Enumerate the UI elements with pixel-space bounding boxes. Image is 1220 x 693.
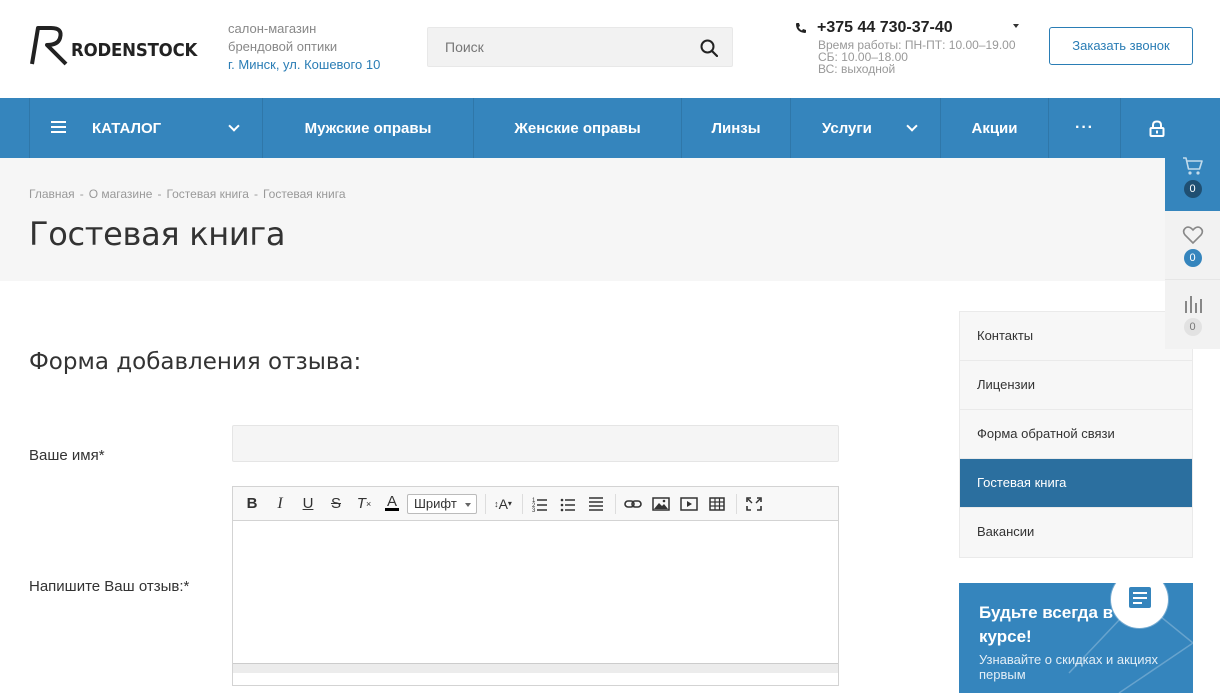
review-editor: B I U S T × A Шрифт ↕ A ▾ 1 2 3: [232, 486, 839, 686]
fullscreen-icon[interactable]: [741, 492, 767, 516]
nav-men-label: Мужские оправы: [304, 119, 432, 137]
name-label: Ваше имя*: [29, 447, 105, 464]
table-icon[interactable]: [704, 492, 730, 516]
side-item-vacancies[interactable]: Вакансии: [960, 508, 1192, 557]
nav-lenses[interactable]: Линзы: [682, 98, 791, 158]
editor-toolbar: B I U S T × A Шрифт ↕ A ▾ 1 2 3: [233, 487, 838, 521]
logo-text: RODENSTOCK: [71, 40, 198, 61]
nav-more[interactable]: ···: [1049, 98, 1121, 158]
name-field[interactable]: [232, 425, 839, 462]
video-icon[interactable]: [676, 492, 702, 516]
nav-services[interactable]: Услуги: [791, 98, 941, 158]
page-header: Главная - О магазине - Гостевая книга - Гостев…: [0, 158, 1220, 281]
chevron-down-icon: [228, 120, 240, 132]
main-nav: КАТАЛОГ Мужские оправы Женские оправы Ли…: [0, 98, 1220, 158]
phone-block: +375 44 730-37-40 Время работы: ПН-ПТ: 1…: [795, 18, 1019, 75]
store-line-1: салон-магазин: [228, 21, 317, 36]
newsletter-icon: [1129, 587, 1151, 608]
side-item-feedback[interactable]: Форма обратной связи: [960, 410, 1192, 459]
side-item-guestbook[interactable]: Гостевая книга: [960, 459, 1192, 508]
align-icon[interactable]: [583, 492, 609, 516]
compare-count: 0: [1183, 318, 1202, 336]
search-icon[interactable]: [700, 39, 718, 57]
nav-promo[interactable]: Акции: [941, 98, 1049, 158]
editor-horizontal-scrollbar[interactable]: [233, 663, 838, 673]
text-color-icon[interactable]: A: [379, 492, 405, 516]
promo-badge: [1111, 583, 1168, 628]
subscribe-promo[interactable]: Будьте всегда в курсе! Узнавайте о скидк…: [959, 583, 1193, 693]
phone-icon: [796, 23, 806, 33]
hours-sunday: ВС: выходной: [818, 62, 896, 76]
promo-text: Узнавайте о скидках и акциях первым: [979, 652, 1159, 682]
floating-widgets: 0 0 0: [1165, 142, 1220, 349]
image-icon[interactable]: [648, 492, 674, 516]
phone-number[interactable]: +375 44 730-37-40: [817, 19, 953, 37]
side-item-contacts[interactable]: Контакты: [960, 312, 1192, 361]
compare-widget[interactable]: 0: [1165, 280, 1220, 349]
phone-dropdown-caret-icon[interactable]: [1013, 24, 1019, 28]
ordered-list-icon[interactable]: 1 2 3: [527, 492, 553, 516]
clear-format-icon[interactable]: T ×: [351, 492, 377, 516]
logo-r-icon: [30, 26, 68, 66]
breadcrumb-about[interactable]: О магазине: [89, 187, 153, 201]
cart-count: 0: [1183, 180, 1202, 198]
breadcrumb: Главная - О магазине - Гостевая книга - Гостев…: [29, 187, 346, 201]
more-dots-icon: ···: [1075, 119, 1094, 136]
nav-lenses-label: Линзы: [711, 119, 761, 137]
nav-women-frames[interactable]: Женские оправы: [474, 98, 682, 158]
promo-title: Будьте всегда в курсе!: [979, 603, 1114, 646]
side-item-licenses[interactable]: Лицензии: [960, 361, 1192, 410]
store-line-2: брендовой оптики: [228, 39, 338, 54]
search-input[interactable]: [445, 39, 685, 55]
underline-button[interactable]: U: [295, 492, 321, 516]
nav-catalog-label: КАТАЛОГ: [92, 119, 162, 137]
strikethrough-button[interactable]: S: [323, 492, 349, 516]
menu-burger-icon: [51, 121, 66, 133]
breadcrumb-current: Гостевая книга: [262, 187, 346, 201]
chevron-down-icon: [906, 120, 918, 132]
logo[interactable]: RODENSTOCK: [29, 26, 208, 66]
bold-button[interactable]: B: [239, 492, 265, 516]
nav-women-label: Женские оправы: [514, 119, 641, 137]
nav-promo-label: Акции: [971, 119, 1018, 137]
nav-services-label: Услуги: [822, 119, 872, 137]
nav-catalog[interactable]: КАТАЛОГ: [29, 98, 263, 158]
italic-button[interactable]: I: [267, 492, 293, 516]
breadcrumb-home[interactable]: Главная: [29, 187, 75, 201]
cart-widget[interactable]: 0: [1165, 142, 1220, 211]
cart-icon: [1182, 157, 1203, 175]
store-info: салон-магазин брендовой оптики г. Минск,…: [228, 20, 380, 74]
lock-icon: [1149, 119, 1165, 137]
site-header: RODENSTOCK салон-магазин брендовой оптик…: [0, 0, 1220, 98]
page-title: Гостевая книга: [29, 215, 286, 253]
bullet-list-icon[interactable]: [555, 492, 581, 516]
svg-text:3: 3: [532, 508, 536, 514]
compare-chart-icon: [1184, 296, 1202, 313]
heart-icon: [1182, 226, 1203, 245]
favorites-count: 0: [1183, 249, 1202, 267]
side-menu: Контакты Лицензии Форма обратной связи Г…: [959, 311, 1193, 558]
breadcrumb-guestbook[interactable]: Гостевая книга: [166, 187, 249, 201]
link-icon[interactable]: [620, 492, 646, 516]
search-box: [427, 27, 733, 67]
callback-button[interactable]: Заказать звонок: [1049, 27, 1193, 65]
form-title: Форма добавления отзыва:: [29, 349, 362, 375]
nav-men-frames[interactable]: Мужские оправы: [263, 98, 474, 158]
font-select[interactable]: Шрифт: [407, 493, 477, 514]
store-address-link[interactable]: г. Минск, ул. Кошевого 10: [228, 56, 380, 74]
working-hours: Время работы: ПН-ПТ: 10.00–19.00 СБ: 10.…: [818, 39, 1016, 75]
font-size-icon[interactable]: ↕ A ▾: [490, 492, 516, 516]
review-label: Напишите Ваш отзыв:*: [29, 578, 190, 595]
favorites-widget[interactable]: 0: [1165, 211, 1220, 280]
